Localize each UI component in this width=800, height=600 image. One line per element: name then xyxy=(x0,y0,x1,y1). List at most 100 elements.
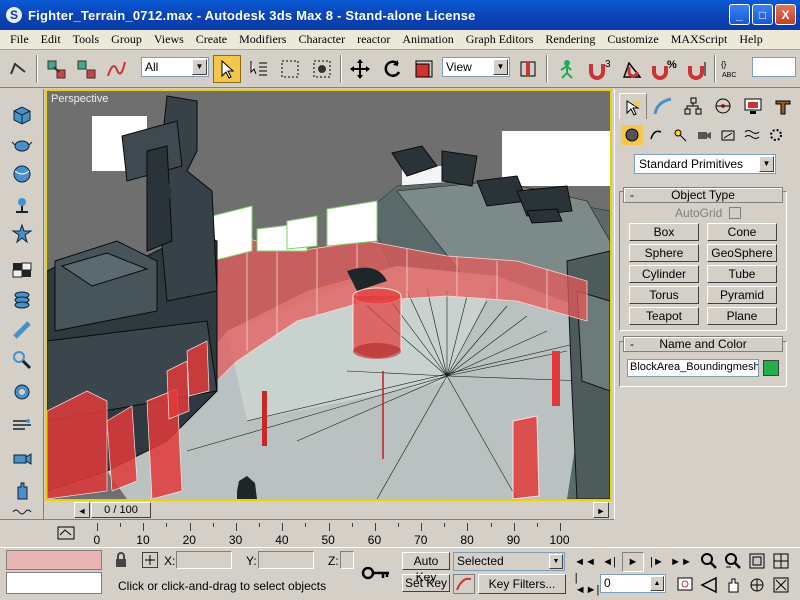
lights-icon[interactable] xyxy=(669,125,691,145)
wind-tool-icon[interactable] xyxy=(8,411,36,437)
menu-customize[interactable]: Customize xyxy=(601,32,664,47)
select-object-icon[interactable] xyxy=(213,55,241,83)
helpers-icon[interactable] xyxy=(717,125,739,145)
menu-character[interactable]: Character xyxy=(292,32,351,47)
link-icon[interactable] xyxy=(42,55,70,83)
time-slider-thumb[interactable]: 0 / 100 xyxy=(91,502,151,518)
systems-icon[interactable] xyxy=(765,125,787,145)
maximize-viewport-icon[interactable] xyxy=(770,574,792,596)
window-crossing-icon[interactable] xyxy=(308,55,336,83)
time-slider-next-icon[interactable]: ► xyxy=(593,502,609,518)
next-frame-icon[interactable]: |► xyxy=(646,552,668,572)
bind-space-warp-icon[interactable] xyxy=(102,55,130,83)
tab-modify[interactable] xyxy=(649,93,677,119)
plane-button[interactable]: Plane xyxy=(707,307,777,325)
set-key-button[interactable]: Set Key xyxy=(402,574,450,592)
rotate-icon[interactable] xyxy=(378,55,406,83)
object-name-field[interactable]: BlockArea_Boundingmesh xyxy=(627,359,759,377)
pyramid-button[interactable]: Pyramid xyxy=(707,286,777,304)
named-selection-icon[interactable]: {​} ABC xyxy=(718,55,750,83)
zoom-extents-icon[interactable] xyxy=(746,550,768,572)
menu-maxscript[interactable]: MAXScript xyxy=(665,32,734,47)
object-color-swatch[interactable] xyxy=(763,360,779,376)
spinner-snap-icon[interactable] xyxy=(684,55,712,83)
torus-button[interactable]: Torus xyxy=(629,286,699,304)
menu-tools[interactable]: Tools xyxy=(67,32,106,47)
maximize-button[interactable]: □ xyxy=(752,4,773,25)
tab-utilities[interactable] xyxy=(769,93,797,119)
cameras-icon[interactable] xyxy=(693,125,715,145)
shapes-icon[interactable] xyxy=(645,125,667,145)
field-of-view-icon[interactable] xyxy=(698,574,720,596)
sphere-button[interactable]: Sphere xyxy=(629,244,699,262)
box-button[interactable]: Box xyxy=(629,223,699,241)
pivot-icon[interactable] xyxy=(514,55,542,83)
unlink-icon[interactable] xyxy=(72,55,100,83)
snap-icon[interactable]: 3 xyxy=(586,55,614,83)
zoom-all-icon[interactable] xyxy=(722,550,744,572)
previous-frame-icon[interactable]: ◄| xyxy=(598,552,620,572)
geosphere-button[interactable]: GeoSphere xyxy=(707,244,777,262)
box-tool-icon[interactable] xyxy=(8,101,36,127)
tab-create[interactable] xyxy=(619,93,647,119)
menu-rendering[interactable]: Rendering xyxy=(539,32,601,47)
tab-hierarchy[interactable] xyxy=(679,93,707,119)
reference-coord-dropdown[interactable]: View ▼ xyxy=(442,57,510,77)
spacewarps-icon[interactable] xyxy=(741,125,763,145)
minimize-button[interactable]: _ xyxy=(729,4,750,25)
lock-selection-icon[interactable] xyxy=(114,552,128,570)
cone-button[interactable]: Cone xyxy=(707,223,777,241)
menu-group[interactable]: Group xyxy=(105,32,148,47)
move-icon[interactable] xyxy=(346,55,374,83)
spinner-icon[interactable]: ▲ xyxy=(650,576,664,591)
autogrid-checkbox[interactable] xyxy=(729,207,741,219)
z-coord-field[interactable] xyxy=(340,551,354,569)
wave-tool-icon[interactable] xyxy=(8,507,36,517)
track-bar[interactable]: 0 10 20 30 40 50 60 70 80 90 100 xyxy=(0,519,614,547)
menu-graph-editors[interactable]: Graph Editors xyxy=(460,32,540,47)
hand-tool-icon[interactable] xyxy=(8,477,36,503)
select-by-name-icon[interactable] xyxy=(244,55,272,83)
percent-snap-icon[interactable]: % xyxy=(650,55,678,83)
menu-help[interactable]: Help xyxy=(733,32,768,47)
curve-editor-icon[interactable] xyxy=(56,524,76,542)
teapot-button[interactable]: Teapot xyxy=(629,307,699,325)
y-coord-field[interactable] xyxy=(258,551,314,569)
name-color-header[interactable]: - Name and Color xyxy=(623,336,783,352)
time-slider[interactable]: ◄ 0 / 100 ► xyxy=(45,501,612,519)
gear-tool-icon[interactable] xyxy=(8,379,36,405)
checker-tool-icon[interactable] xyxy=(8,257,36,283)
zoom-icon[interactable] xyxy=(698,550,720,572)
key-icon[interactable] xyxy=(356,552,398,594)
light-tool-icon[interactable] xyxy=(8,191,36,217)
stack-tool-icon[interactable] xyxy=(8,287,36,313)
menu-animation[interactable]: Animation xyxy=(396,32,459,47)
menu-file[interactable]: File xyxy=(4,32,35,47)
manipulate-icon[interactable] xyxy=(552,55,580,83)
tab-display[interactable] xyxy=(739,93,767,119)
go-to-start-icon[interactable]: ◄◄ xyxy=(574,552,596,572)
undo-icon[interactable] xyxy=(4,55,32,83)
perspective-viewport[interactable]: Perspective xyxy=(45,89,612,501)
go-to-end-icon[interactable]: ►► xyxy=(670,552,692,572)
close-button[interactable]: X xyxy=(775,4,796,25)
pan-hand-icon[interactable] xyxy=(722,574,744,596)
teapot-tool-icon[interactable] xyxy=(8,131,36,157)
tab-motion[interactable] xyxy=(709,93,737,119)
named-selection-field[interactable] xyxy=(752,57,796,77)
key-filters-button[interactable]: Key Filters... xyxy=(478,574,566,594)
character-tool-icon[interactable] xyxy=(8,221,36,247)
selection-filter-dropdown[interactable]: All ▼ xyxy=(141,57,209,77)
time-slider-prev-icon[interactable]: ◄ xyxy=(74,502,90,518)
object-type-header[interactable]: - Object Type xyxy=(623,187,783,203)
key-tangent-icon[interactable] xyxy=(453,574,475,594)
time-config-icon[interactable] xyxy=(674,574,696,594)
menu-create[interactable]: Create xyxy=(190,32,233,47)
maxscript-listener-mini[interactable] xyxy=(6,550,102,570)
auto-key-button[interactable]: Auto Key xyxy=(402,552,450,584)
camera-tool-icon[interactable] xyxy=(8,445,36,471)
current-frame-field[interactable]: 0 ▲ xyxy=(600,574,666,593)
cylinder-button[interactable]: Cylinder xyxy=(629,265,699,283)
shape-tool-icon[interactable] xyxy=(8,347,36,373)
key-mode-toggle-icon[interactable]: |◄►| xyxy=(575,572,600,596)
